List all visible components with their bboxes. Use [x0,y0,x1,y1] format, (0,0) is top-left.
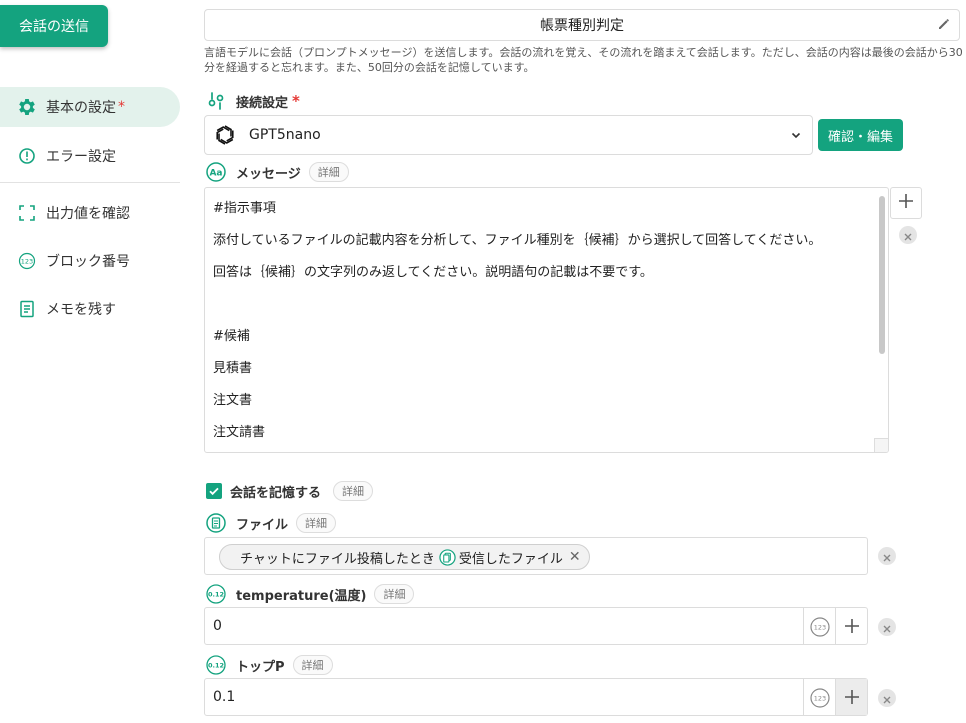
alert-circle-icon [14,147,40,165]
chip-close-icon[interactable]: ✕ [569,549,581,565]
text-format-icon: Aa [206,162,226,182]
add-message-button[interactable] [890,187,922,219]
svg-text:123: 123 [21,258,33,266]
sidebar-item-label: ブロック番号 [46,254,130,270]
add-button[interactable] [835,679,867,715]
gear-icon [14,96,40,118]
sidebar-item-label: エラー設定 [46,149,116,165]
detail-button[interactable]: 詳細 [374,584,415,604]
message-line: 回答は｛候補｝の文字列のみ返してください。説明語句の記載は不要です。 [213,265,653,280]
number-123-icon[interactable]: 123 [810,688,830,712]
model-select[interactable]: GPT5nano [204,115,813,155]
detail-button[interactable]: 詳細 [296,513,337,533]
connection-label: 接続設定 [236,95,289,111]
svg-text:123: 123 [814,695,826,703]
block-title: 帳票種別判定 [540,18,624,34]
sidebar-item-block-number[interactable]: 123 ブロック番号 [0,241,180,281]
number-123-icon[interactable]: 123 [810,617,830,641]
file-input[interactable]: チャットにファイル投稿したとき 受信したファイル ✕ [204,537,868,575]
file-icon [206,513,226,533]
divider [803,608,804,644]
svg-text:Aa: Aa [209,169,222,179]
close-icon [883,547,891,566]
decimal-number-icon: 0.12 [206,655,226,675]
model-name: GPT5nano [249,127,321,143]
close-icon [883,618,891,637]
pencil-icon[interactable] [937,17,951,35]
decimal-number-icon: 0.12 [206,584,226,604]
connection-label-row: 接続設定 * [206,91,300,111]
top-p-label: トップP [236,659,285,675]
divider [803,679,804,715]
temperature-label-row: 0.12 temperature(温度) 詳細 [206,584,415,604]
message-label-row: Aa メッセージ 詳細 [206,162,349,182]
svg-text:0.12: 0.12 [208,591,224,599]
required-mark: * [292,92,300,110]
top-p-value: 0.1 [213,689,236,705]
remove-temperature-button[interactable] [878,618,896,636]
message-line: 見積書 [213,361,253,376]
file-copy-icon [439,548,456,566]
detail-button[interactable]: 詳細 [292,655,333,675]
sidebar-item-label: メモを残す [46,302,116,318]
divider [0,182,180,183]
memo-icon [14,300,40,318]
file-label-row: ファイル 詳細 [206,513,337,533]
chip-value: 受信したファイル [458,551,563,567]
detail-button[interactable]: 詳細 [333,481,374,501]
message-line: 注文請書 [213,425,266,440]
memory-row: 会話を記憶する 詳細 [206,481,374,501]
close-icon [904,226,912,245]
sidebar-item-memo[interactable]: メモを残す [0,289,180,329]
confirm-edit-button[interactable]: 確認・編集 [818,119,903,151]
block-title-field[interactable]: 帳票種別判定 [204,9,960,41]
top-p-label-row: 0.12 トップP 詳細 [206,655,333,675]
sidebar-item-label: 出力値を確認 [46,206,130,222]
scrollbar-thumb[interactable] [879,196,885,354]
connection-plug-icon [206,91,226,111]
memory-label: 会話を記憶する [230,485,322,501]
remove-top-p-button[interactable] [878,689,896,707]
temperature-label: temperature(温度) [236,588,367,604]
message-line: #指示事項 [213,201,276,216]
remove-file-button[interactable] [878,547,896,565]
message-line: 注文書 [213,393,253,408]
sidebar-item-error-settings[interactable]: エラー設定 [0,136,180,176]
add-button[interactable] [835,608,867,644]
plus-icon [844,619,859,633]
chip-prefix: チャットにファイル投稿したとき [240,551,435,567]
plus-icon [844,690,859,704]
close-icon [883,689,891,708]
sidebar-item-basic-settings[interactable]: 基本の設定 * [0,87,180,127]
temperature-input[interactable]: 0 123 [204,607,868,645]
block-description: 言語モデルに会話（プロンプトメッセージ）を送信します。会話の流れを覚え、その流れ… [204,46,963,74]
plus-icon [898,193,914,213]
send-conversation-button[interactable]: 会話の送信 [0,5,108,47]
memory-checkbox[interactable] [206,483,222,499]
svg-text:123: 123 [814,624,826,632]
message-textarea[interactable]: #指示事項 添付しているファイルの記載内容を分析して、ファイル種別を｛候補｝から… [204,187,889,453]
sidebar-item-label: 基本の設定 [46,100,116,116]
file-label: ファイル [236,517,289,533]
message-line: 添付しているファイルの記載内容を分析して、ファイル種別を｛候補｝から選択して回答… [213,233,822,248]
required-mark: * [118,99,125,115]
resize-handle[interactable] [874,438,888,452]
frame-corners-icon [14,204,40,222]
detail-button[interactable]: 詳細 [308,162,349,182]
openai-logo-icon [213,123,237,147]
file-variable-chip[interactable]: チャットにファイル投稿したとき 受信したファイル ✕ [219,544,590,570]
remove-message-button[interactable] [899,226,917,244]
svg-text:0.12: 0.12 [208,662,224,670]
chevron-down-icon [790,129,802,145]
number-123-icon: 123 [14,252,40,270]
sidebar-item-check-output[interactable]: 出力値を確認 [0,193,180,233]
top-p-input[interactable]: 0.1 123 [204,678,868,716]
message-line: #候補 [213,329,250,344]
temperature-value: 0 [213,618,222,634]
message-label: メッセージ [236,166,301,182]
message-line [213,294,880,326]
